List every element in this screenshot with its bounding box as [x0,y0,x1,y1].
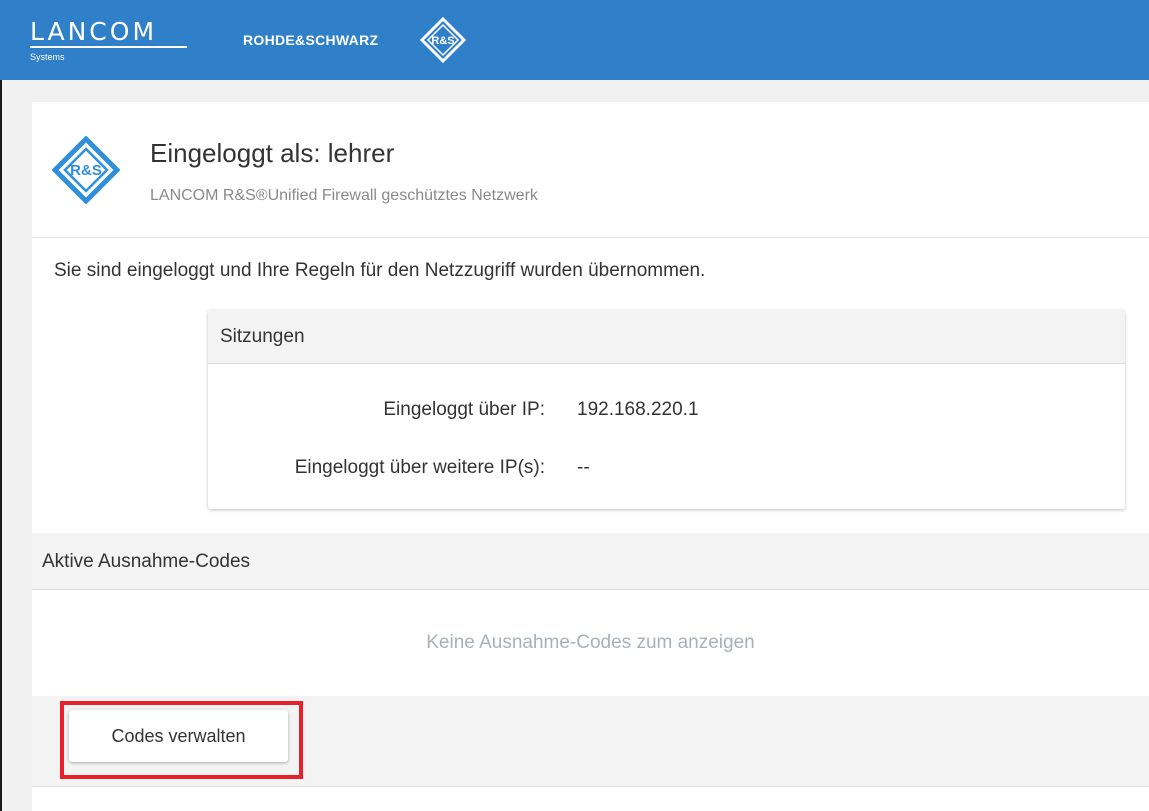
lancom-logo: LANCOM Systems [30,18,187,62]
rohde-schwarz-logo-text: ROHDE&SCHWARZ [243,32,379,48]
page-title: Eingeloggt als: lehrer [150,138,395,168]
sessions-panel: Sitzungen Eingeloggt über IP: 192.168.22… [208,310,1125,509]
rs-logo-letters: R&S [431,35,454,47]
lancom-underline [30,46,187,48]
session-other-ips-label: Eingeloggt über weitere IP(s): [294,457,545,478]
login-status-message: Sie sind eingeloggt und Ihre Regeln für … [54,260,706,281]
session-row-other-ips: Eingeloggt über weitere IP(s): -- [208,456,1125,480]
manage-codes-button[interactable]: Codes verwalten [69,710,288,762]
exception-codes-empty-message: Keine Ausnahme-Codes zum anzeigen [426,632,755,653]
lancom-subtitle: Systems [30,52,65,62]
top-bar: LANCOM Systems ROHDE&SCHWARZ R&S [0,0,1149,80]
page-subtitle: LANCOM R&S®Unified Firewall geschütztes … [150,187,538,204]
rs-diamond-icon: R&S [420,17,466,63]
session-ip-value: 192.168.220.1 [577,399,699,420]
page-background: R&S Eingeloggt als: lehrer LANCOM R&S®Un… [2,80,1149,811]
rs-card-letters: R&S [70,162,102,179]
session-other-ips-value: -- [577,457,590,478]
exception-codes-footer: Codes verwalten [32,696,1149,787]
rs-diamond-icon: R&S [52,136,120,204]
session-ip-label: Eingeloggt über IP: [383,399,545,420]
card-header: R&S Eingeloggt als: lehrer LANCOM R&S®Un… [32,102,1149,238]
exception-codes-title: Aktive Ausnahme-Codes [32,533,1149,590]
login-status-card: R&S Eingeloggt als: lehrer LANCOM R&S®Un… [32,102,1149,811]
lancom-wordmark: LANCOM [30,17,158,46]
sessions-title: Sitzungen [208,310,1125,364]
session-row-ip: Eingeloggt über IP: 192.168.220.1 [208,398,1125,422]
